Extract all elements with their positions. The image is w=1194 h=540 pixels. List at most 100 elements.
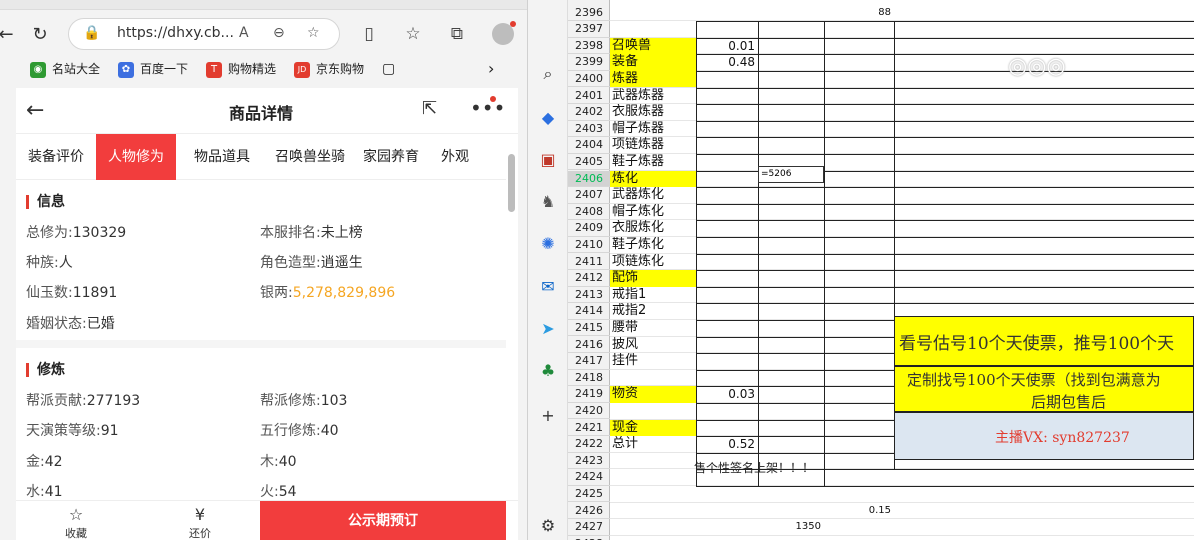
notice-period-reserve-button[interactable]: 公示期预订 [260, 501, 506, 540]
cell-d[interactable] [824, 287, 894, 304]
row-header[interactable]: 2421 [568, 420, 610, 437]
cell-b[interactable] [696, 403, 758, 420]
favorites-icon[interactable]: ☆ [402, 23, 424, 45]
cell-a[interactable]: 挂件 [610, 353, 696, 370]
cell-d[interactable] [824, 370, 894, 387]
cell-c[interactable] [758, 536, 824, 540]
cell-a[interactable]: 装备 [610, 54, 696, 71]
cell-a[interactable] [610, 370, 696, 387]
cell-b[interactable] [696, 370, 758, 387]
cell-c[interactable] [758, 486, 824, 503]
cell-d[interactable] [824, 21, 894, 38]
row-header[interactable]: 2411 [568, 254, 610, 271]
cell-a[interactable]: 项链炼器 [610, 137, 696, 154]
cell-c[interactable] [758, 270, 824, 287]
cell-b[interactable] [696, 254, 758, 271]
cell-d[interactable] [824, 353, 894, 370]
send-icon[interactable]: ➤ [536, 317, 560, 341]
tab-items[interactable]: 物品道具 [176, 134, 268, 180]
copilot-icon[interactable]: ✺ [536, 232, 560, 256]
favorite-button[interactable]: ☆ 收藏 [46, 501, 106, 540]
refresh-icon[interactable]: ↻ [28, 23, 52, 47]
cell-a[interactable] [610, 503, 696, 520]
cell-a[interactable] [610, 5, 696, 22]
cell-d[interactable] [824, 154, 894, 171]
cell-a[interactable] [610, 403, 696, 420]
cell-c[interactable] [758, 237, 824, 254]
row-header[interactable]: 2414 [568, 303, 610, 320]
cell-c[interactable] [758, 436, 824, 453]
cell-d[interactable] [824, 270, 894, 287]
cell-b[interactable] [696, 154, 758, 171]
cell-c[interactable] [758, 370, 824, 387]
cell-c[interactable] [758, 353, 824, 370]
row-header[interactable]: 2405 [568, 154, 610, 171]
cell-d[interactable] [824, 303, 894, 320]
cell-d[interactable] [824, 121, 894, 138]
cell-c[interactable] [758, 386, 824, 403]
tree-icon[interactable]: ♣ [536, 359, 560, 383]
cell-b[interactable] [696, 171, 758, 188]
cell-c[interactable] [758, 88, 824, 105]
cell-a[interactable]: 戒指1 [610, 287, 696, 304]
row-header[interactable]: 2410 [568, 237, 610, 254]
cell-a[interactable] [610, 453, 696, 470]
cell-d[interactable] [824, 536, 894, 540]
cell-d[interactable] [824, 320, 894, 337]
split-screen-icon[interactable]: ▯ [358, 23, 380, 45]
cell-c[interactable] [758, 21, 824, 38]
row-header[interactable]: 2408 [568, 204, 610, 221]
row-header[interactable]: 2407 [568, 187, 610, 204]
profile-avatar[interactable] [492, 21, 516, 45]
gear-icon[interactable]: ⚙ [536, 514, 560, 538]
cell-d[interactable] [824, 187, 894, 204]
cell-b[interactable] [696, 536, 758, 540]
cell-a[interactable]: 项链炼化 [610, 254, 696, 271]
cell-b[interactable] [696, 287, 758, 304]
cell-c[interactable] [758, 204, 824, 221]
row-header[interactable]: 2425 [568, 486, 610, 503]
cell-b[interactable] [696, 5, 758, 22]
row-header[interactable]: 2428 [568, 536, 610, 540]
cell-b[interactable] [696, 303, 758, 320]
tab-appearance[interactable]: 外观 [430, 134, 480, 180]
cell-a[interactable]: 鞋子炼器 [610, 154, 696, 171]
row-header[interactable]: 2396 [568, 5, 610, 22]
cell-d[interactable] [824, 88, 894, 105]
cell-b[interactable]: 0.48 [696, 54, 758, 71]
cell-c[interactable] [758, 337, 824, 354]
cell-d[interactable] [824, 254, 894, 271]
cell-a[interactable]: 披风 [610, 337, 696, 354]
collections-icon[interactable]: ⧉ [446, 23, 468, 45]
row-header[interactable]: 2415 [568, 320, 610, 337]
cell-a[interactable] [610, 469, 696, 486]
cell-a[interactable]: 物资 [610, 386, 696, 403]
row-header[interactable]: 2413 [568, 287, 610, 304]
cell-b[interactable] [696, 187, 758, 204]
favorite-item[interactable]: T 购物精选 [206, 59, 276, 79]
cell-b[interactable] [696, 503, 758, 520]
cell-b[interactable] [696, 420, 758, 437]
cell-b[interactable] [696, 237, 758, 254]
cell-c[interactable] [758, 420, 824, 437]
row-header[interactable]: 2424 [568, 469, 610, 486]
cell-b[interactable] [696, 353, 758, 370]
tag-icon[interactable]: ◆ [536, 106, 560, 130]
cell-c[interactable] [758, 254, 824, 271]
cell-d[interactable] [824, 519, 894, 536]
row-header[interactable]: 2419 [568, 386, 610, 403]
more-icon[interactable]: ••• [470, 96, 505, 120]
cell-c[interactable] [758, 137, 824, 154]
cell-d[interactable]: 0.15 [824, 503, 894, 520]
cell-c[interactable] [758, 38, 824, 55]
cell-d[interactable]: 88 [824, 5, 894, 22]
cell-c[interactable] [758, 320, 824, 337]
row-header[interactable]: 2417 [568, 353, 610, 370]
cell-a[interactable]: 现金 [610, 419, 696, 437]
read-aloud-icon[interactable]: A [239, 25, 249, 41]
cell-a[interactable]: 戒指2 [610, 303, 696, 320]
search-icon[interactable]: ⌕ [536, 62, 560, 86]
cell-c[interactable] [758, 104, 824, 121]
document-icon[interactable]: ▢ [382, 59, 395, 79]
cell-b[interactable]: 0.03 [696, 386, 758, 403]
